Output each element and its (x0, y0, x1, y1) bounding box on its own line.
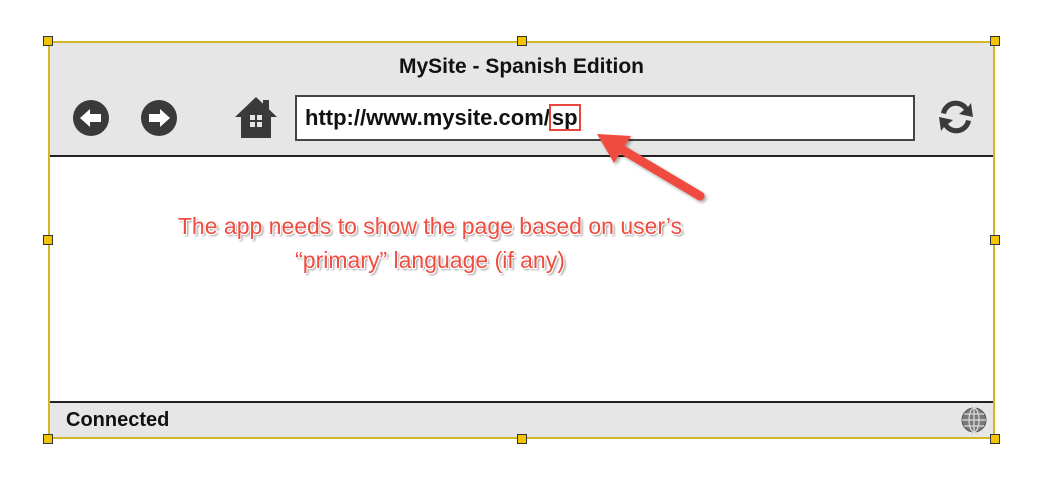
url-language-highlight: sp (548, 104, 581, 131)
status-bar: Connected (50, 401, 993, 437)
globe-icon (961, 407, 987, 433)
back-arrow-icon[interactable] (72, 99, 110, 137)
browser-window: MySite - Spanish Edition http://www.mysi… (48, 41, 995, 439)
browser-toolbar: MySite - Spanish Edition http://www.mysi… (50, 43, 993, 157)
resize-handle-top-left[interactable] (43, 36, 53, 46)
url-base: http://www.mysite.com/ (305, 105, 550, 130)
refresh-icon[interactable] (932, 93, 980, 141)
annotation-line-2: “primary” language (if any) (295, 247, 565, 273)
resize-handle-middle-right[interactable] (990, 235, 1000, 245)
resize-handle-bottom-right[interactable] (990, 434, 1000, 444)
page-content: The app needs to show the page based on … (50, 157, 993, 401)
resize-handle-bottom-left[interactable] (43, 434, 53, 444)
resize-handle-top-right[interactable] (990, 36, 1000, 46)
address-bar[interactable]: http://www.mysite.com/sp (295, 95, 915, 141)
window-title: MySite - Spanish Edition (398, 55, 645, 78)
annotation-line-1: The app needs to show the page based on … (177, 213, 683, 239)
forward-arrow-icon[interactable] (140, 99, 178, 137)
resize-handle-middle-left[interactable] (43, 235, 53, 245)
status-text: Connected (66, 409, 170, 431)
url-text: http://www.mysite.com/sp (305, 104, 581, 131)
annotation-note: The app needs to show the page based on … (110, 209, 750, 277)
home-icon[interactable] (232, 93, 280, 141)
resize-handle-bottom-center[interactable] (517, 434, 527, 444)
resize-handle-top-center[interactable] (517, 36, 527, 46)
